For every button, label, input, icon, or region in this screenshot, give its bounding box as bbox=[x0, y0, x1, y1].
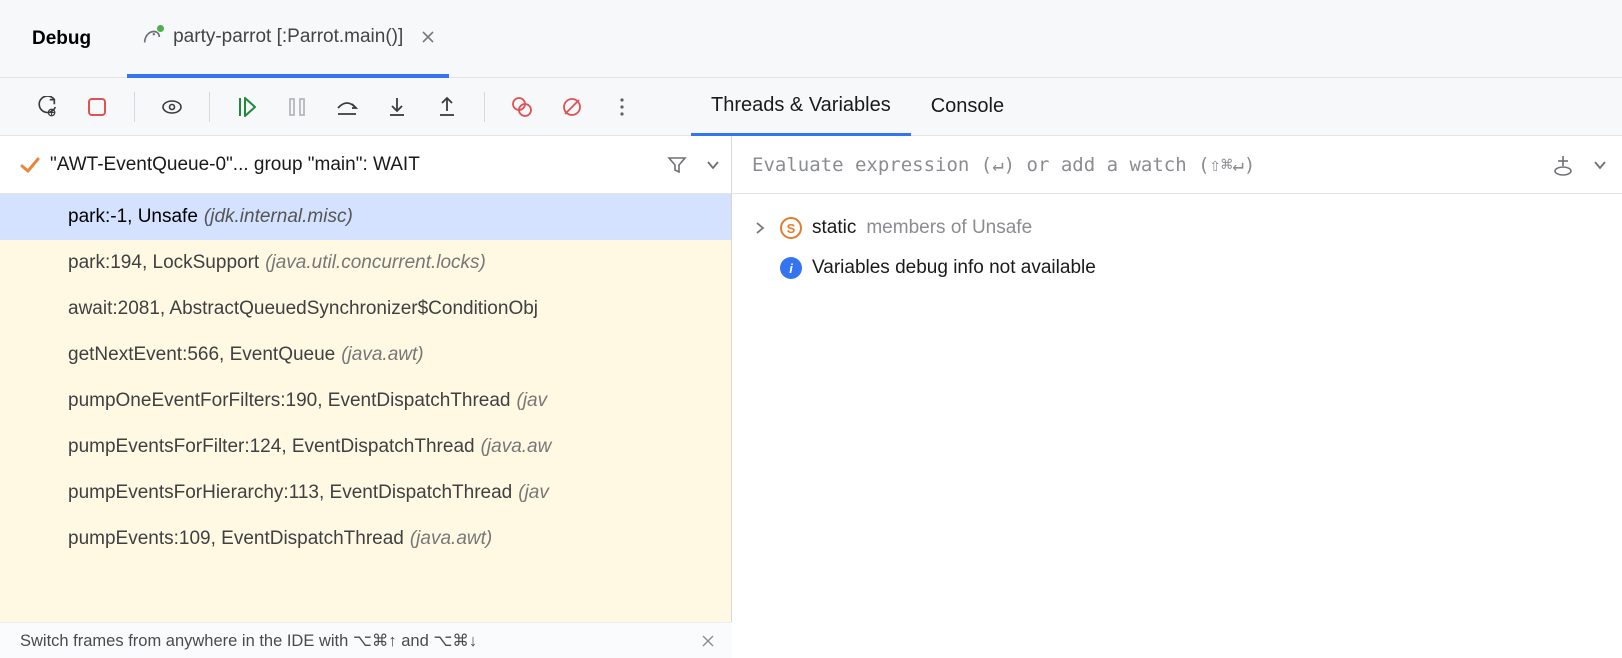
static-label: static bbox=[812, 217, 856, 239]
rerun-debug-button[interactable] bbox=[28, 88, 66, 126]
stack-frame[interactable]: getNextEvent:566, EventQueue (java.awt) bbox=[0, 332, 731, 378]
info-badge-icon: i bbox=[780, 257, 802, 279]
stack-frame[interactable]: pumpEventsForHierarchy:113, EventDispatc… bbox=[0, 470, 731, 516]
frames-list[interactable]: park:-1, Unsafe (jdk.internal.misc) park:1… bbox=[0, 194, 731, 622]
stack-frame[interactable]: park:194, LockSupport (java.util.concurre… bbox=[0, 240, 731, 286]
frame-text: pumpEventsForHierarchy:113, EventDispatc… bbox=[68, 482, 512, 504]
step-over-button[interactable] bbox=[328, 88, 366, 126]
view-breakpoints-button[interactable] bbox=[503, 88, 541, 126]
pause-button[interactable] bbox=[278, 88, 316, 126]
chevron-right-icon bbox=[754, 221, 770, 235]
frame-package: (java.util.concurrent.locks) bbox=[265, 252, 486, 274]
stack-frame[interactable]: pumpOneEventForFilters:190, EventDispatc… bbox=[0, 378, 731, 424]
tip-bar: Switch frames from anywhere in the IDE w… bbox=[0, 622, 732, 658]
frame-text: park:194, LockSupport bbox=[68, 252, 259, 274]
run-config-icon bbox=[141, 26, 163, 48]
no-debug-info-row: i Variables debug info not available bbox=[754, 248, 1612, 288]
frame-text: await:2081, AbstractQueuedSynchronizer$C… bbox=[68, 298, 538, 320]
frame-package: (jdk.internal.misc) bbox=[204, 206, 353, 228]
static-badge-icon: S bbox=[780, 217, 802, 239]
chevron-down-icon[interactable] bbox=[705, 157, 721, 173]
chevron-down-icon[interactable] bbox=[1592, 157, 1608, 173]
stack-frame[interactable]: pumpEventsForFilter:124, EventDispatchTh… bbox=[0, 424, 731, 470]
static-suffix: members of Unsafe bbox=[866, 217, 1032, 239]
no-debug-info-text: Variables debug info not available bbox=[812, 257, 1096, 279]
frame-text: pumpEvents:109, EventDispatchThread bbox=[68, 528, 404, 550]
check-icon bbox=[20, 155, 40, 175]
stop-button[interactable] bbox=[78, 88, 116, 126]
stack-frame[interactable]: park:-1, Unsafe (jdk.internal.misc) bbox=[0, 194, 731, 240]
frame-package: (jav bbox=[518, 482, 549, 504]
close-tip-icon[interactable] bbox=[698, 635, 718, 647]
thread-title: "AWT-EventQueue-0"... group "main": WAIT bbox=[50, 154, 657, 176]
thread-header[interactable]: "AWT-EventQueue-0"... group "main": WAIT bbox=[0, 136, 731, 194]
view-tabs: Threads & Variables Console bbox=[691, 78, 1024, 136]
separator bbox=[484, 92, 485, 122]
step-out-button[interactable] bbox=[428, 88, 466, 126]
run-config-label: party-parrot [:Parrot.main()] bbox=[173, 26, 403, 48]
static-members-row[interactable]: S static members of Unsafe bbox=[754, 208, 1612, 248]
frame-text: pumpOneEventForFilters:190, EventDispatc… bbox=[68, 390, 511, 412]
separator bbox=[209, 92, 210, 122]
tip-text: Switch frames from anywhere in the IDE w… bbox=[20, 631, 477, 651]
frame-text: getNextEvent:566, EventQueue bbox=[68, 344, 335, 366]
frame-package: (jav bbox=[517, 390, 548, 412]
watch-placeholder: Evaluate expression (↵) or add a watch (… bbox=[752, 154, 1542, 176]
stack-frame[interactable]: await:2081, AbstractQueuedSynchronizer$C… bbox=[0, 286, 731, 332]
variables-pane: Evaluate expression (↵) or add a watch (… bbox=[732, 136, 1622, 622]
filter-icon[interactable] bbox=[667, 155, 687, 175]
more-actions-button[interactable] bbox=[603, 88, 641, 126]
resume-button[interactable] bbox=[228, 88, 266, 126]
debug-tool-window-label[interactable]: Debug bbox=[16, 28, 107, 50]
frame-text: park:-1, Unsafe bbox=[68, 206, 198, 228]
tab-bar: Debug party-parrot [:Parrot.main()] bbox=[0, 0, 1622, 78]
frame-package: (java.aw bbox=[481, 436, 552, 458]
close-tab-icon[interactable] bbox=[421, 30, 435, 44]
toolbar-buttons bbox=[0, 88, 651, 126]
stack-frame[interactable]: pumpEvents:109, EventDispatchThread (java… bbox=[0, 516, 731, 562]
frame-package: (java.awt) bbox=[341, 344, 423, 366]
add-watch-icon[interactable] bbox=[1552, 154, 1574, 176]
tab-console[interactable]: Console bbox=[911, 78, 1024, 136]
frame-text: pumpEventsForFilter:124, EventDispatchTh… bbox=[68, 436, 475, 458]
watch-input-row[interactable]: Evaluate expression (↵) or add a watch (… bbox=[732, 136, 1622, 194]
debug-toolbar: Threads & Variables Console bbox=[0, 78, 1622, 136]
separator bbox=[134, 92, 135, 122]
run-config-tab[interactable]: party-parrot [:Parrot.main()] bbox=[127, 0, 449, 78]
variables-tree: S static members of Unsafe i Variables d… bbox=[732, 194, 1622, 288]
frames-pane: "AWT-EventQueue-0"... group "main": WAIT… bbox=[0, 136, 732, 622]
main-split: "AWT-EventQueue-0"... group "main": WAIT… bbox=[0, 136, 1622, 622]
show-execution-point-button[interactable] bbox=[153, 88, 191, 126]
tab-threads-variables[interactable]: Threads & Variables bbox=[691, 78, 911, 136]
mute-breakpoints-button[interactable] bbox=[553, 88, 591, 126]
frame-package: (java.awt) bbox=[410, 528, 492, 550]
step-into-button[interactable] bbox=[378, 88, 416, 126]
